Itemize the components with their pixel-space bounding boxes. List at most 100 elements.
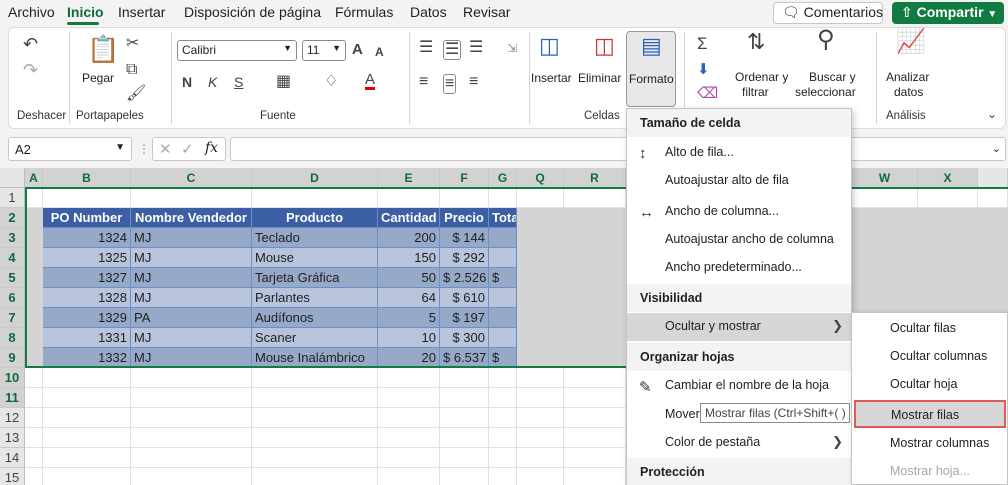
menu-hide-show[interactable]: Ocultar y mostrar ❯ <box>627 313 851 341</box>
row-header[interactable]: 12 <box>0 408 25 428</box>
align-right-icon[interactable]: ≡ <box>469 74 478 90</box>
paste-button[interactable]: Pegar <box>82 71 114 86</box>
row-header[interactable]: 2 <box>0 208 25 228</box>
row-header[interactable]: 15 <box>0 468 25 485</box>
paste-icon[interactable]: 📋 <box>87 36 119 62</box>
find-select-button[interactable]: Buscar y <box>809 70 856 85</box>
tab-archivo[interactable]: Archivo <box>8 4 55 20</box>
formula-input[interactable]: ⌄ <box>230 137 1006 161</box>
analyze-data-button[interactable]: Analizar <box>886 70 929 85</box>
cut-icon[interactable]: ✂ <box>126 36 139 52</box>
font-name-select[interactable]: Calibri ▼ <box>177 40 297 61</box>
font-group-label: Fuente <box>260 110 296 122</box>
align-top-icon[interactable]: ☰ <box>419 40 433 56</box>
comments-button[interactable]: 🗨 Comentarios <box>773 2 883 24</box>
row-header[interactable]: 3 <box>0 228 25 248</box>
copy-icon[interactable]: ⧉ <box>126 62 137 78</box>
undo-group-label: Deshacer <box>17 110 67 122</box>
sort-filter-button[interactable]: Ordenar y <box>735 70 788 85</box>
font-size-select[interactable]: 11 ▼ <box>302 40 346 61</box>
row-header[interactable]: 6 <box>0 288 25 308</box>
submenu-hide-sheet[interactable]: Ocultar hoja <box>852 371 1007 399</box>
search-icon[interactable]: ⚲ <box>817 28 835 52</box>
align-middle-icon[interactable]: ☰ <box>443 40 462 60</box>
redo-icon[interactable]: ↷ <box>23 61 38 79</box>
column-header[interactable]: D <box>252 168 378 188</box>
fill-icon[interactable]: ⬇ <box>697 62 710 78</box>
select-all-corner[interactable] <box>0 168 25 188</box>
sort-filter-icon[interactable]: ⇅ <box>747 31 765 53</box>
analyze-data-icon[interactable]: 📈 <box>896 30 926 54</box>
undo-icon[interactable]: ↶ <box>23 35 38 53</box>
fill-color-icon[interactable]: ♢ <box>324 74 338 90</box>
tab-datos[interactable]: Datos <box>410 4 447 20</box>
column-header[interactable]: Q <box>517 168 564 188</box>
format-button[interactable]: ▤ Formato <box>626 31 676 107</box>
menu-autofit-row[interactable]: Autoajustar alto de fila <box>627 167 851 195</box>
format-painter-icon[interactable]: 🖌 <box>126 86 146 102</box>
delete-button[interactable]: Eliminar <box>578 71 621 86</box>
column-header[interactable]: W <box>852 168 918 188</box>
row-header[interactable]: 8 <box>0 328 25 348</box>
row-header[interactable]: 14 <box>0 448 25 468</box>
dialog-launcher-icon[interactable]: ⇲ <box>507 40 517 56</box>
column-header[interactable]: B <box>43 168 131 188</box>
column-header[interactable] <box>978 168 1008 188</box>
column-header[interactable]: A <box>25 168 43 188</box>
share-button[interactable]: ⇧ Compartir ▼ <box>892 2 1004 24</box>
column-header[interactable]: G <box>489 168 517 188</box>
row-header[interactable]: 1 <box>0 188 25 208</box>
insert-function-icon[interactable]: fx <box>205 140 218 156</box>
collapse-ribbon-icon[interactable]: ⌄ <box>987 106 997 122</box>
hide-sheet-label: Ocultar hoja <box>890 377 958 391</box>
cancel-icon[interactable]: ✕ <box>159 140 172 158</box>
delete-cells-icon[interactable]: ◫ <box>594 35 615 57</box>
menu-autofit-column[interactable]: Autoajustar ancho de columna <box>627 226 851 254</box>
row-header[interactable]: 7 <box>0 308 25 328</box>
submenu-show-rows[interactable]: Mostrar filas <box>854 400 1006 428</box>
menu-row-height[interactable]: ↕ Alto de fila... <box>627 139 851 167</box>
column-header[interactable]: R <box>564 168 626 188</box>
tab-revisar[interactable]: Revisar <box>463 4 510 20</box>
row-header[interactable]: 9 <box>0 348 25 368</box>
column-header[interactable]: C <box>131 168 252 188</box>
tab-insertar[interactable]: Insertar <box>118 4 165 20</box>
italic-button[interactable]: K <box>208 74 217 90</box>
row-header[interactable]: 10 <box>0 368 25 388</box>
menu-rename-sheet[interactable]: ✎ Cambiar el nombre de la hoja <box>627 372 851 400</box>
confirm-icon[interactable]: ✓ <box>181 140 194 158</box>
name-box[interactable]: A2 ▼ <box>8 137 132 161</box>
clear-icon[interactable]: ⌫ <box>697 86 718 102</box>
row-header[interactable]: 5 <box>0 268 25 288</box>
align-bottom-icon[interactable]: ☰ <box>469 40 483 56</box>
insert-cells-icon[interactable]: ◫ <box>539 35 560 57</box>
menu-column-width[interactable]: ↔ Ancho de columna... <box>627 198 851 226</box>
row-header[interactable]: 13 <box>0 428 25 448</box>
shrink-font-icon[interactable]: A <box>375 44 384 60</box>
tab-inicio[interactable]: Inicio <box>67 4 104 20</box>
align-left-icon[interactable]: ≡ <box>419 74 428 90</box>
borders-icon[interactable]: ▦ <box>276 74 291 90</box>
submenu-hide-columns[interactable]: Ocultar columnas <box>852 343 1007 371</box>
column-header[interactable]: E <box>378 168 440 188</box>
grow-font-icon[interactable]: A <box>352 42 363 58</box>
tab-formulas[interactable]: Fórmulas <box>335 4 393 20</box>
menu-tab-color[interactable]: Color de pestaña ❯ <box>627 429 851 457</box>
chevron-down-icon[interactable]: ⌄ <box>992 142 1001 155</box>
tab-disposicion[interactable]: Disposición de página <box>184 4 321 20</box>
bold-button[interactable]: N <box>182 74 192 90</box>
column-header[interactable]: X <box>918 168 978 188</box>
font-color-icon[interactable]: A <box>365 72 376 90</box>
column-header[interactable]: F <box>440 168 489 188</box>
separator <box>529 32 530 124</box>
row-header[interactable]: 4 <box>0 248 25 268</box>
align-center-icon[interactable]: ≡ <box>443 74 457 94</box>
insert-button[interactable]: Insertar <box>531 71 572 86</box>
row-header[interactable]: 11 <box>0 388 25 408</box>
submenu-hide-rows[interactable]: Ocultar filas <box>852 315 1007 343</box>
underline-button[interactable]: S <box>234 74 243 90</box>
ribbon: ↶ ↷ Deshacer 📋 Pegar ✂ ⧉ 🖌 Portapapeles … <box>8 27 1006 129</box>
submenu-show-columns[interactable]: Mostrar columnas <box>852 430 1007 458</box>
autosum-icon[interactable]: Σ <box>697 35 708 52</box>
menu-default-width[interactable]: Ancho predeterminado... <box>627 254 851 282</box>
